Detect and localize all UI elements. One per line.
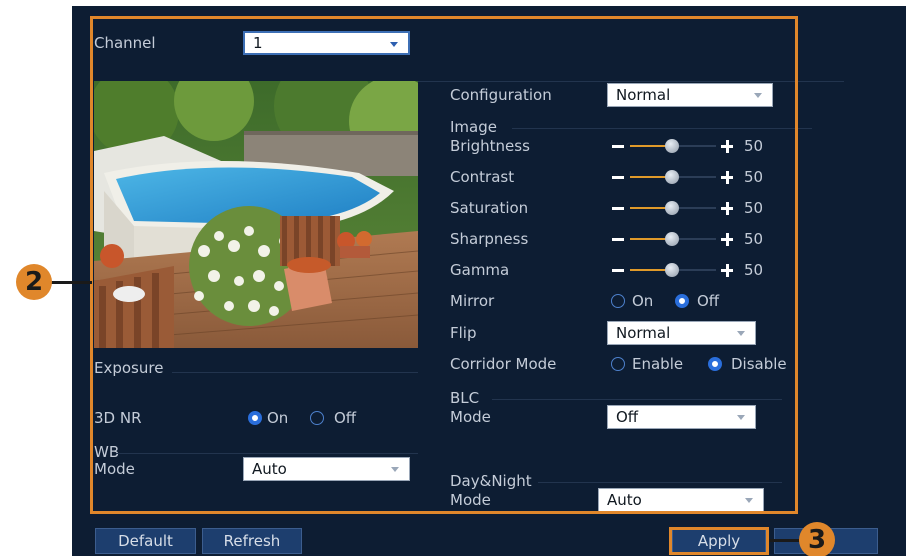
settings-highlight-box <box>90 16 798 514</box>
refresh-button[interactable]: Refresh <box>202 528 302 554</box>
callout-3-badge: 3 <box>799 522 835 556</box>
callout-2-badge: 2 <box>16 264 52 300</box>
callout-line <box>50 281 92 284</box>
default-button[interactable]: Default <box>95 528 196 554</box>
callout-line <box>769 539 799 542</box>
apply-highlight-box <box>669 527 769 555</box>
